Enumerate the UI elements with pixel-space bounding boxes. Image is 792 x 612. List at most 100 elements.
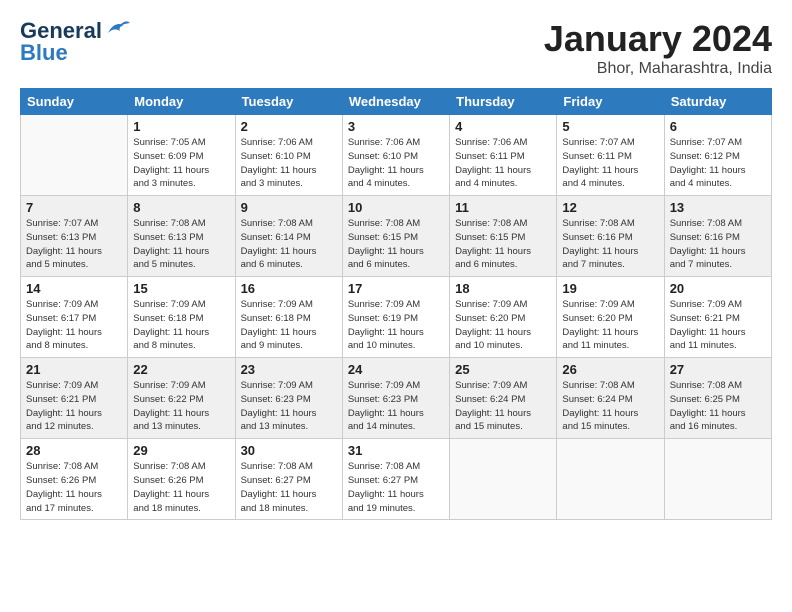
day-number: 22 — [133, 362, 229, 377]
day-number: 20 — [670, 281, 766, 296]
day-number: 8 — [133, 200, 229, 215]
calendar-day-cell: 10 Sunrise: 7:08 AM Sunset: 6:15 PM Dayli… — [342, 196, 449, 277]
day-number: 3 — [348, 119, 444, 134]
day-number: 11 — [455, 200, 551, 215]
day-info: Sunrise: 7:08 AM Sunset: 6:15 PM Dayligh… — [348, 217, 444, 272]
calendar-day-cell: 31 Sunrise: 7:08 AM Sunset: 6:27 PM Dayli… — [342, 439, 449, 520]
calendar-day-cell: 30 Sunrise: 7:08 AM Sunset: 6:27 PM Dayli… — [235, 439, 342, 520]
calendar-week-row: 14 Sunrise: 7:09 AM Sunset: 6:17 PM Dayli… — [21, 277, 772, 358]
page-header: General Blue January 2024 Bhor, Maharash… — [20, 18, 772, 78]
day-info: Sunrise: 7:08 AM Sunset: 6:16 PM Dayligh… — [670, 217, 766, 272]
calendar-week-row: 28 Sunrise: 7:08 AM Sunset: 6:26 PM Dayli… — [21, 439, 772, 520]
calendar-day-cell: 15Sunrise: 7:09 AM Sunset: 6:18 PM Dayli… — [128, 277, 235, 358]
day-info: Sunrise: 7:08 AM Sunset: 6:13 PM Dayligh… — [133, 217, 229, 272]
day-info: Sunrise: 7:06 AM Sunset: 6:11 PM Dayligh… — [455, 136, 551, 191]
col-thursday: Thursday — [450, 89, 557, 115]
calendar-day-cell — [21, 115, 128, 196]
day-info: Sunrise: 7:05 AM Sunset: 6:09 PM Dayligh… — [133, 136, 229, 191]
day-number: 21 — [26, 362, 122, 377]
day-number: 31 — [348, 443, 444, 458]
day-info: Sunrise: 7:09 AM Sunset: 6:19 PM Dayligh… — [348, 298, 444, 353]
calendar-day-cell: 23 Sunrise: 7:09 AM Sunset: 6:23 PM Dayli… — [235, 358, 342, 439]
calendar-day-cell: 17 Sunrise: 7:09 AM Sunset: 6:19 PM Dayli… — [342, 277, 449, 358]
day-number: 26 — [562, 362, 658, 377]
day-number: 23 — [241, 362, 337, 377]
day-info: Sunrise: 7:09 AM Sunset: 6:23 PM Dayligh… — [241, 379, 337, 434]
day-number: 29 — [133, 443, 229, 458]
day-number: 1 — [133, 119, 229, 134]
calendar-day-cell: 3Sunrise: 7:06 AM Sunset: 6:10 PM Daylig… — [342, 115, 449, 196]
logo-blue-text: Blue — [20, 40, 68, 66]
day-number: 13 — [670, 200, 766, 215]
day-number: 6 — [670, 119, 766, 134]
day-info: Sunrise: 7:08 AM Sunset: 6:27 PM Dayligh… — [348, 460, 444, 515]
calendar-day-cell: 21 Sunrise: 7:09 AM Sunset: 6:21 PM Dayli… — [21, 358, 128, 439]
calendar-day-cell: 13 Sunrise: 7:08 AM Sunset: 6:16 PM Dayli… — [664, 196, 771, 277]
day-info: Sunrise: 7:09 AM Sunset: 6:24 PM Dayligh… — [455, 379, 551, 434]
calendar-day-cell: 1 Sunrise: 7:05 AM Sunset: 6:09 PM Daylig… — [128, 115, 235, 196]
day-info: Sunrise: 7:09 AM Sunset: 6:21 PM Dayligh… — [670, 298, 766, 353]
day-info: Sunrise: 7:08 AM Sunset: 6:14 PM Dayligh… — [241, 217, 337, 272]
day-info: Sunrise: 7:07 AM Sunset: 6:13 PM Dayligh… — [26, 217, 122, 272]
calendar-day-cell: 4 Sunrise: 7:06 AM Sunset: 6:11 PM Daylig… — [450, 115, 557, 196]
day-info: Sunrise: 7:09 AM Sunset: 6:23 PM Dayligh… — [348, 379, 444, 434]
day-info: Sunrise: 7:08 AM Sunset: 6:25 PM Dayligh… — [670, 379, 766, 434]
calendar-day-cell: 20 Sunrise: 7:09 AM Sunset: 6:21 PM Dayli… — [664, 277, 771, 358]
calendar-week-row: 21 Sunrise: 7:09 AM Sunset: 6:21 PM Dayli… — [21, 358, 772, 439]
calendar-day-cell — [664, 439, 771, 520]
day-number: 16 — [241, 281, 337, 296]
calendar-day-cell: 5Sunrise: 7:07 AM Sunset: 6:11 PM Daylig… — [557, 115, 664, 196]
day-number: 4 — [455, 119, 551, 134]
day-info: Sunrise: 7:08 AM Sunset: 6:26 PM Dayligh… — [133, 460, 229, 515]
calendar-day-cell: 2Sunrise: 7:06 AM Sunset: 6:10 PM Daylig… — [235, 115, 342, 196]
day-number: 30 — [241, 443, 337, 458]
calendar-day-cell: 14 Sunrise: 7:09 AM Sunset: 6:17 PM Dayli… — [21, 277, 128, 358]
day-number: 15 — [133, 281, 229, 296]
day-info: Sunrise: 7:09 AM Sunset: 6:20 PM Dayligh… — [455, 298, 551, 353]
day-info: Sunrise: 7:07 AM Sunset: 6:11 PM Dayligh… — [562, 136, 658, 191]
day-number: 14 — [26, 281, 122, 296]
col-tuesday: Tuesday — [235, 89, 342, 115]
day-info: Sunrise: 7:09 AM Sunset: 6:17 PM Dayligh… — [26, 298, 122, 353]
day-number: 2 — [241, 119, 337, 134]
calendar-day-cell: 8 Sunrise: 7:08 AM Sunset: 6:13 PM Daylig… — [128, 196, 235, 277]
calendar-day-cell: 7 Sunrise: 7:07 AM Sunset: 6:13 PM Daylig… — [21, 196, 128, 277]
calendar-day-cell: 16 Sunrise: 7:09 AM Sunset: 6:18 PM Dayli… — [235, 277, 342, 358]
calendar-table: Sunday Monday Tuesday Wednesday Thursday… — [20, 88, 772, 520]
day-info: Sunrise: 7:08 AM Sunset: 6:24 PM Dayligh… — [562, 379, 658, 434]
calendar-day-cell: 29 Sunrise: 7:08 AM Sunset: 6:26 PM Dayli… — [128, 439, 235, 520]
calendar-week-row: 7 Sunrise: 7:07 AM Sunset: 6:13 PM Daylig… — [21, 196, 772, 277]
day-info: Sunrise: 7:08 AM Sunset: 6:26 PM Dayligh… — [26, 460, 122, 515]
calendar-day-cell: 9 Sunrise: 7:08 AM Sunset: 6:14 PM Daylig… — [235, 196, 342, 277]
col-friday: Friday — [557, 89, 664, 115]
day-info: Sunrise: 7:09 AM Sunset: 6:18 PM Dayligh… — [241, 298, 337, 353]
day-number: 7 — [26, 200, 122, 215]
calendar-day-cell: 28 Sunrise: 7:08 AM Sunset: 6:26 PM Dayli… — [21, 439, 128, 520]
main-title: January 2024 — [544, 18, 772, 60]
calendar-day-cell: 6 Sunrise: 7:07 AM Sunset: 6:12 PM Daylig… — [664, 115, 771, 196]
day-info: Sunrise: 7:09 AM Sunset: 6:21 PM Dayligh… — [26, 379, 122, 434]
day-number: 17 — [348, 281, 444, 296]
day-info: Sunrise: 7:07 AM Sunset: 6:12 PM Dayligh… — [670, 136, 766, 191]
day-number: 9 — [241, 200, 337, 215]
logo: General Blue — [20, 18, 132, 66]
day-info: Sunrise: 7:09 AM Sunset: 6:20 PM Dayligh… — [562, 298, 658, 353]
col-saturday: Saturday — [664, 89, 771, 115]
calendar-day-cell: 18 Sunrise: 7:09 AM Sunset: 6:20 PM Dayli… — [450, 277, 557, 358]
calendar-day-cell: 24 Sunrise: 7:09 AM Sunset: 6:23 PM Dayli… — [342, 358, 449, 439]
day-info: Sunrise: 7:08 AM Sunset: 6:15 PM Dayligh… — [455, 217, 551, 272]
calendar-day-cell: 19Sunrise: 7:09 AM Sunset: 6:20 PM Dayli… — [557, 277, 664, 358]
day-info: Sunrise: 7:08 AM Sunset: 6:27 PM Dayligh… — [241, 460, 337, 515]
day-number: 24 — [348, 362, 444, 377]
calendar-day-cell: 12Sunrise: 7:08 AM Sunset: 6:16 PM Dayli… — [557, 196, 664, 277]
calendar-day-cell: 26 Sunrise: 7:08 AM Sunset: 6:24 PM Dayli… — [557, 358, 664, 439]
calendar-day-cell — [557, 439, 664, 520]
calendar-day-cell: 25Sunrise: 7:09 AM Sunset: 6:24 PM Dayli… — [450, 358, 557, 439]
col-wednesday: Wednesday — [342, 89, 449, 115]
calendar-day-cell: 11 Sunrise: 7:08 AM Sunset: 6:15 PM Dayli… — [450, 196, 557, 277]
calendar-header-row: Sunday Monday Tuesday Wednesday Thursday… — [21, 89, 772, 115]
day-number: 28 — [26, 443, 122, 458]
calendar-day-cell — [450, 439, 557, 520]
day-number: 18 — [455, 281, 551, 296]
day-number: 10 — [348, 200, 444, 215]
